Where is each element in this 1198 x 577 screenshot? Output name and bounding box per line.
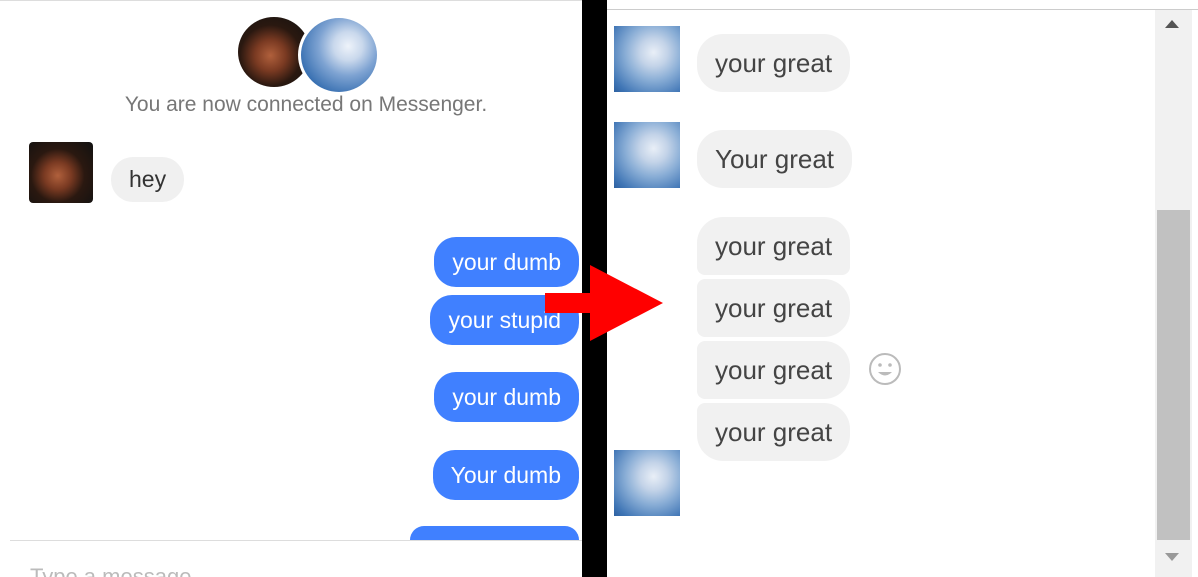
sender-avatar[interactable] <box>29 142 93 203</box>
scrollbar-thumb[interactable] <box>1157 210 1190 540</box>
compose-divider <box>10 540 582 541</box>
top-border <box>607 0 1198 10</box>
right-chat-panel: your great Your great your great your gr… <box>607 0 1198 577</box>
participant-avatar-moon <box>298 15 380 95</box>
smiley-icon[interactable] <box>868 352 902 386</box>
incoming-message[interactable]: hey <box>111 157 185 202</box>
red-arrow-icon <box>545 265 663 341</box>
outgoing-message[interactable]: Your dumb <box>432 450 579 500</box>
scroll-up-arrow-icon[interactable] <box>1165 20 1179 28</box>
left-chat-panel: You are now connected on Messenger. hey … <box>0 0 582 577</box>
incoming-message[interactable]: your great <box>697 403 851 461</box>
sender-avatar[interactable] <box>614 26 680 92</box>
incoming-message[interactable]: your great <box>697 279 851 337</box>
outgoing-message[interactable]: your dumb <box>434 372 579 422</box>
incoming-message[interactable]: Your great <box>697 130 853 188</box>
incoming-message[interactable]: your great <box>697 217 851 275</box>
outgoing-message-partial <box>410 526 579 540</box>
connected-notice: You are now connected on Messenger. <box>124 93 488 116</box>
top-divider <box>0 0 582 1</box>
sender-avatar[interactable] <box>614 450 680 516</box>
incoming-message[interactable]: your great <box>697 34 851 92</box>
incoming-message[interactable]: your great <box>697 341 851 399</box>
message-input[interactable]: Type a message... <box>30 564 210 577</box>
scroll-down-arrow-icon[interactable] <box>1165 553 1179 561</box>
sender-avatar[interactable] <box>614 122 680 188</box>
